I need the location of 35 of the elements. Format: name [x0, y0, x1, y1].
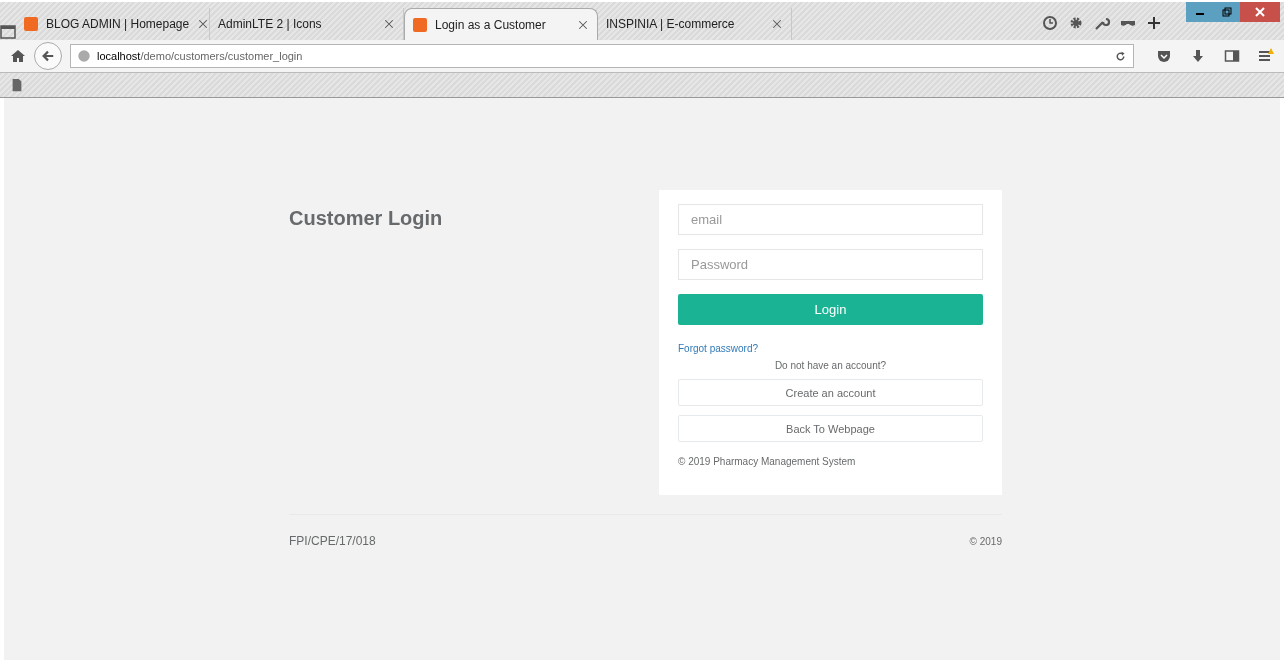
- address-bar[interactable]: localhost/demo/customers/customer_login: [70, 44, 1134, 68]
- window-icon[interactable]: [0, 24, 16, 40]
- home-icon[interactable]: [10, 48, 26, 64]
- url-text: localhost/demo/customers/customer_login: [97, 50, 304, 62]
- pocket-icon[interactable]: [1156, 48, 1172, 64]
- page-heading: Customer Login: [289, 207, 443, 231]
- close-icon[interactable]: [771, 18, 783, 30]
- email-field[interactable]: email: [678, 204, 983, 235]
- restore-button[interactable]: [1213, 2, 1240, 22]
- password-field[interactable]: Password: [678, 249, 983, 280]
- close-icon[interactable]: [197, 18, 210, 30]
- back-arrow-icon: [41, 49, 55, 63]
- close-icon[interactable]: [577, 18, 589, 31]
- back-button[interactable]: [34, 42, 62, 70]
- gear-icon[interactable]: [1068, 15, 1084, 31]
- menu-icon[interactable]: [1258, 48, 1274, 64]
- forgot-password-link[interactable]: Forgot password?: [678, 343, 759, 354]
- page-icon[interactable]: [10, 78, 24, 92]
- back-to-webpage-button[interactable]: Back To Webpage: [678, 415, 983, 442]
- restore-icon: [1221, 7, 1232, 17]
- footer-code: FPI/CPE/17/018: [289, 534, 376, 548]
- reload-icon[interactable]: [1114, 49, 1127, 63]
- close-button[interactable]: [1240, 2, 1280, 22]
- download-icon[interactable]: [1190, 48, 1206, 64]
- plus-icon[interactable]: [1146, 15, 1162, 31]
- copyright-text: © 2019 Pharmacy Management System: [678, 456, 857, 467]
- create-account-button[interactable]: Create an account: [678, 379, 983, 406]
- sidebar-icon[interactable]: [1224, 48, 1240, 64]
- close-icon[interactable]: [383, 18, 395, 30]
- clock-icon[interactable]: [1042, 15, 1058, 31]
- no-account-text: Do not have an account?: [773, 360, 888, 371]
- minimize-button[interactable]: [1186, 2, 1213, 22]
- browser-tab[interactable]: Login as a Customer: [404, 8, 598, 40]
- close-icon: [1255, 7, 1265, 17]
- footer-copyright: © 2019: [969, 535, 1002, 547]
